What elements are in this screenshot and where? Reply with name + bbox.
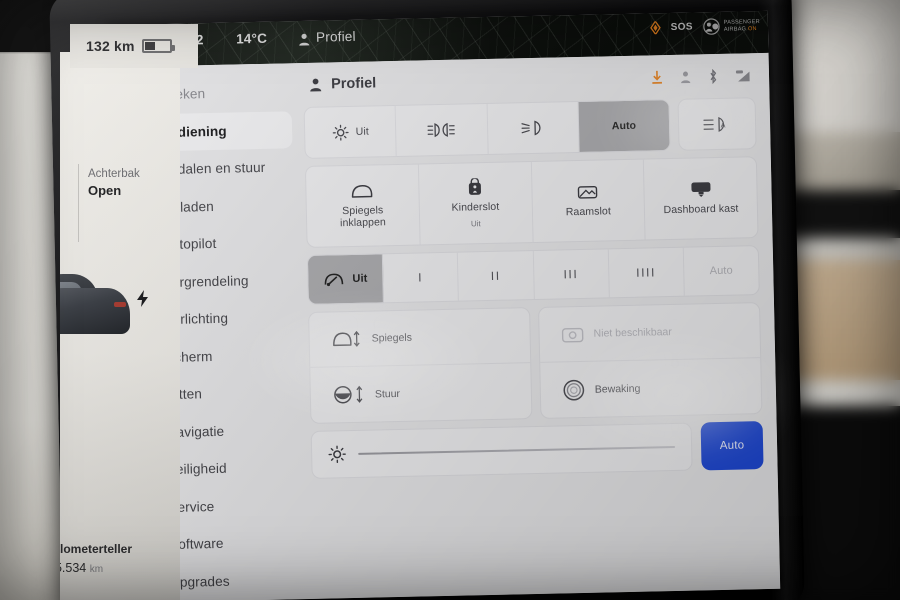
bluetooth-icon[interactable] [708, 68, 718, 84]
glovebox-icon [690, 181, 711, 197]
camera-icon [561, 325, 584, 343]
profile-label[interactable]: Profiel [316, 29, 356, 45]
row-label: Bewaking [594, 382, 641, 396]
cell-label: II [490, 268, 501, 283]
cell-label: I [417, 270, 424, 285]
photo-of-tesla-touchscreen: Achterbak Open Kilometerteller 15.534 km… [0, 0, 900, 600]
row-label: Stuur [374, 387, 401, 401]
person-icon[interactable] [298, 33, 310, 46]
lights-auto-button[interactable]: Auto [578, 100, 670, 152]
lights-segmented-control: Uit Auto [303, 99, 671, 159]
wipers-speed-3-button[interactable]: III [533, 249, 610, 300]
mirror-fold-icon [350, 183, 374, 199]
wipers-speed-1-button[interactable]: I [383, 252, 460, 303]
adjust-grid: Spiegels Stuur Niet beschikbaar Bewaking [308, 302, 763, 424]
mirror-adjust-icon [331, 330, 361, 349]
wifi-signal-icon[interactable] [735, 69, 751, 82]
cell-label: IIII [636, 265, 657, 280]
lights-off-icon [332, 124, 349, 141]
cell-label: Auto [709, 264, 733, 278]
cell-sublabel: Uit [470, 219, 481, 229]
cell-label: Dashboard kast [663, 202, 739, 217]
auto-label: Auto [719, 439, 745, 452]
mirror-fold-button[interactable]: Spiegels inklappen [305, 164, 421, 247]
download-arrow-icon[interactable] [651, 70, 663, 84]
outside-temperature: 14°C [235, 30, 268, 47]
touchscreen-display: 12:12 14°C Profiel SOS [105, 10, 781, 600]
person-icon [309, 78, 322, 92]
hazard-icon[interactable] [649, 21, 661, 35]
wipers-auto-button[interactable]: Auto [684, 246, 759, 296]
adjust-right-card: Niet beschikbaar Bewaking [538, 302, 763, 419]
row-label: Spiegels [371, 331, 413, 345]
status-bar-right: SOS PASSENGER AIRBAG ON [649, 17, 761, 36]
brightness-sun-icon [328, 445, 346, 464]
trunk-alert-title: Achterbak [88, 168, 140, 180]
wipers-off-button[interactable]: Uit [307, 254, 385, 304]
cell-label: Kinderslot [451, 200, 500, 214]
sentry-mode-row[interactable]: Bewaking [540, 358, 761, 418]
tesla-car-illustration [60, 262, 136, 354]
low-beam-icon [521, 120, 545, 137]
lights-row: Uit Auto A [303, 97, 757, 159]
wipers-speed-2-button[interactable]: II [458, 251, 535, 301]
passenger-airbag-indicator: PASSENGER AIRBAG ON [703, 17, 761, 35]
parking-lights-button[interactable] [395, 103, 489, 156]
parking-lights-icon [427, 122, 456, 139]
battery-icon [141, 39, 175, 53]
child-lock-button[interactable]: Kinderslot Uit [418, 162, 534, 245]
cell-label: Spiegels inklappen [339, 203, 387, 229]
brightness-slider[interactable] [310, 422, 693, 479]
airbag-line-2: AIRBAG ON [723, 25, 757, 33]
cell-label: Uit [352, 272, 368, 285]
odometer-label: Kilometerteller [60, 542, 133, 556]
steering-adjust-icon [333, 385, 365, 405]
settings-body: Zoeken Bediening Pedalen en stuur Oplade… [106, 52, 781, 600]
brightness-track[interactable] [358, 446, 676, 455]
person-icon[interactable] [680, 70, 691, 83]
lights-off-button[interactable]: Uit [304, 105, 397, 158]
controls-pane: Profiel Uit Auto A Spiegels inklappen Ki… [297, 53, 781, 599]
cell-label: Uit [355, 125, 369, 138]
steering-adjust-row[interactable]: Stuur [310, 363, 531, 423]
range-value: 132 km [86, 38, 135, 54]
charge-bolt-icon [136, 290, 149, 307]
instrument-panel: Achterbak Open Kilometerteller 15.534 km [60, 52, 180, 600]
quick-toggles-row: Spiegels inklappen Kinderslot Uit Raamsl… [304, 156, 759, 248]
svg-text:A: A [721, 122, 726, 129]
cell-label: Raamslot [565, 204, 612, 218]
glovebox-button[interactable]: Dashboard kast [644, 157, 757, 239]
page-title: Profiel [330, 75, 377, 93]
sos-button[interactable]: SOS [671, 21, 693, 32]
high-beam-auto-button[interactable]: A [677, 97, 757, 151]
cell-label: Auto [611, 119, 637, 133]
wiper-icon [323, 271, 344, 287]
brightness-auto-button[interactable]: Auto [700, 421, 764, 471]
panel-divider [78, 164, 79, 242]
wipers-segmented-control: Uit I II III IIII Auto [306, 245, 760, 305]
high-beam-auto-icon: A [703, 115, 731, 133]
row-label: Niet beschikbaar [593, 326, 672, 340]
mirrors-adjust-row[interactable]: Spiegels [309, 308, 531, 368]
low-beam-button[interactable] [487, 101, 580, 154]
odometer-value: 15.534 km [60, 561, 104, 575]
range-indicator: 132 km [70, 24, 198, 68]
trunk-alert-state: Open [88, 183, 122, 198]
window-lock-button[interactable]: Raamslot [531, 159, 646, 243]
camera-unavailable-row: Niet beschikbaar [539, 303, 761, 363]
child-lock-icon [467, 178, 482, 195]
wipers-speed-4-button[interactable]: IIII [608, 247, 685, 298]
sentry-icon [563, 378, 585, 401]
adjust-left-card: Spiegels Stuur [308, 307, 533, 424]
brightness-row: Auto [310, 421, 764, 479]
cell-label: III [563, 267, 579, 282]
window-lock-icon [578, 184, 598, 199]
